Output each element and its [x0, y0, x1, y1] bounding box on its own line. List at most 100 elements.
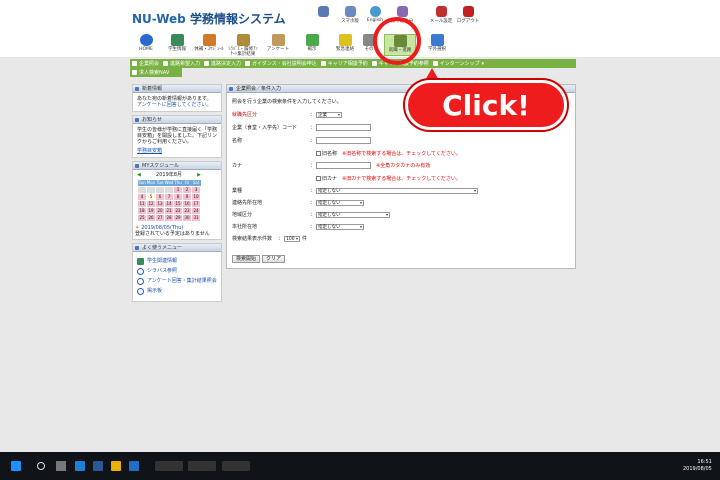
taskbar-window-3[interactable] — [222, 461, 250, 471]
calendar-day[interactable]: 26 — [146, 214, 156, 222]
menu-consult-reserve[interactable]: キャリア相談予約 — [320, 60, 368, 67]
new-info-link[interactable]: アンケートに回答してください。 — [137, 102, 217, 108]
smartphone-link[interactable]: スマホ版 — [337, 6, 363, 24]
nav-external[interactable]: 学外選択 — [422, 34, 452, 52]
fav-survey[interactable]: アンケート回答・集計結果照会 — [137, 278, 217, 285]
nav-home[interactable]: HOME — [131, 34, 161, 52]
calendar-day[interactable]: 17 — [191, 200, 201, 208]
calendar-day-header: Wed — [164, 180, 174, 187]
favorites-title: よく使うメニュー — [133, 244, 221, 252]
hq-select[interactable]: 指定しない — [316, 223, 364, 230]
calendar-day[interactable]: 18 — [137, 207, 147, 215]
calendar-day[interactable]: 28 — [164, 214, 174, 222]
nav-syllabus[interactable]: ｼﾗﾊﾞｽ・履修ｱﾝｹｰﾄ集計結果 — [228, 34, 258, 57]
calendar-month: 2019年8月 — [156, 172, 182, 178]
calendar-day[interactable]: 24 — [191, 207, 201, 215]
notice-link[interactable]: 学務目安箱 — [137, 148, 217, 154]
calendar-day[interactable]: 1 — [173, 186, 183, 194]
fav-student-info[interactable]: 学生関連情報 — [137, 258, 217, 265]
nav-board[interactable]: 掲示 — [297, 34, 327, 52]
calendar-day[interactable]: 8 — [173, 193, 183, 201]
menu-job-search[interactable]: 求人検索NAV — [132, 69, 169, 76]
calendar-day[interactable]: 22 — [173, 207, 183, 215]
nav-schedule[interactable]: 休補・ｽｹｼﾞｭｰﾙ — [194, 34, 224, 52]
calendar-day-header: Mon — [146, 180, 156, 187]
clock: 16:51 2019/08/05 — [683, 459, 712, 472]
calendar-day[interactable]: 12 — [146, 200, 156, 208]
calendar-day[interactable]: 11 — [137, 200, 147, 208]
fav-board[interactable]: 掲示板 — [137, 288, 217, 295]
edge-icon[interactable] — [75, 461, 85, 471]
calendar-day[interactable]: 10 — [191, 193, 201, 201]
menu-career-decision[interactable]: 進路決定入力 — [204, 60, 241, 67]
notice-title: お知らせ — [133, 116, 221, 124]
calendar-day[interactable]: 4 — [137, 193, 147, 201]
calendar-day[interactable]: 31 — [191, 214, 201, 222]
task-view-icon[interactable] — [56, 461, 66, 471]
clear-button[interactable]: クリア — [262, 255, 286, 263]
count-select[interactable]: 100 — [284, 235, 300, 242]
calendar-day[interactable]: 6 — [155, 193, 165, 201]
industry-select[interactable]: 指定しない — [316, 187, 478, 194]
person-link[interactable] — [310, 6, 336, 18]
calendar-day[interactable]: 16 — [182, 200, 192, 208]
calendar-day[interactable]: 20 — [155, 207, 165, 215]
calendar-day[interactable]: 2 — [182, 186, 192, 194]
globe-icon — [369, 6, 381, 17]
category-select[interactable]: 企業 — [316, 111, 342, 118]
doc-icon — [245, 61, 251, 66]
calendar-day[interactable]: 9 — [182, 193, 192, 201]
windows-start-icon[interactable] — [11, 461, 21, 471]
menu-guidance[interactable]: ガイダンス・会社説明会申込 — [245, 60, 317, 67]
calendar-day[interactable]: 27 — [155, 214, 165, 222]
calendar-day[interactable]: 13 — [155, 200, 165, 208]
menu-career-hope[interactable]: 進路希望入力 — [163, 60, 200, 67]
contact-select[interactable]: 指定しない — [316, 199, 364, 206]
folder-icon[interactable] — [111, 461, 121, 471]
schedule-empty-text: 登録されている予定はありません — [135, 231, 210, 237]
doc-icon — [320, 61, 326, 66]
next-month-button[interactable]: ▶ — [197, 172, 201, 178]
calendar-day[interactable]: 19 — [146, 207, 156, 215]
taskbar-window-1[interactable] — [155, 461, 183, 471]
menu-internship[interactable]: インターンシップ ▾ — [432, 60, 484, 67]
code-input[interactable] — [316, 124, 371, 131]
app-icon[interactable] — [129, 461, 139, 471]
mail-settings-icon — [435, 6, 447, 17]
calendar-day[interactable]: 5 — [146, 193, 156, 201]
taskbar-window-2[interactable] — [188, 461, 216, 471]
calendar-day[interactable]: 23 — [182, 207, 192, 215]
hq-label: 本社所在地 — [232, 224, 258, 230]
nav-emergency[interactable]: 緊急連絡 — [330, 34, 360, 52]
calendar-day[interactable]: 15 — [173, 200, 183, 208]
search-icon[interactable] — [37, 462, 45, 470]
calendar-day[interactable]: 25 — [137, 214, 147, 222]
calendar-day[interactable]: 29 — [173, 214, 183, 222]
calendar-day[interactable]: 3 — [191, 186, 201, 194]
menu-company-lookup[interactable]: 企業照会 — [132, 60, 159, 67]
clock-icon — [396, 6, 408, 17]
fav-syllabus[interactable]: シラバス参照 — [137, 268, 217, 275]
calendar-day[interactable]: 14 — [164, 200, 174, 208]
name-input[interactable] — [316, 137, 371, 144]
logout-link[interactable]: ログアウト — [455, 6, 481, 24]
intro-text: 照会を行う企業の検索条件を入力してください。 — [232, 99, 342, 105]
old-name-checkbox[interactable] — [316, 151, 321, 156]
search-button[interactable]: 検索開始 — [232, 255, 261, 263]
region-select[interactable]: 指定しない — [316, 211, 390, 218]
calendar-day[interactable]: 30 — [182, 214, 192, 222]
prev-month-button[interactable]: ◀ — [137, 172, 141, 178]
student-info-icon — [137, 258, 144, 265]
calendar-day[interactable]: 7 — [164, 193, 174, 201]
header: NU-Web 学務情報システム スマホ版 English 振り返り分 メール設定… — [0, 0, 720, 57]
nav-survey[interactable]: アンケート — [263, 34, 293, 52]
mail-settings-link[interactable]: メール設定 — [428, 6, 454, 24]
word-icon[interactable] — [93, 461, 103, 471]
doc-icon — [163, 61, 169, 66]
calendar-day[interactable]: 21 — [164, 207, 174, 215]
sidebar: 新着情報 あなた宛の新着情報があります。 アンケートに回答してください。 お知ら… — [132, 84, 222, 305]
kana-input[interactable] — [316, 162, 371, 169]
nav-student-info[interactable]: 学生情報 — [162, 34, 192, 52]
old-kana-checkbox[interactable] — [316, 176, 321, 181]
app-title: NU-Web 学務情報システム — [132, 12, 286, 26]
